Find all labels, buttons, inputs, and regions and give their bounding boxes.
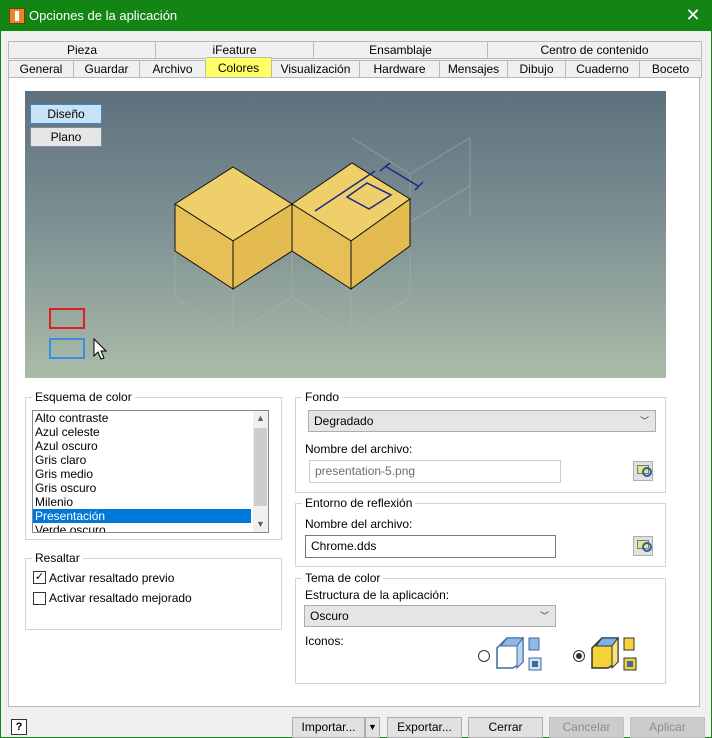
app-structure-select[interactable]: Oscuro ﹀ [304,605,556,627]
icon-theme-radio-1[interactable] [478,650,490,662]
list-item[interactable]: Azul oscuro [33,439,251,453]
tab-boceto[interactable]: Boceto [640,60,702,78]
window-title: Opciones de la aplicación [29,8,178,23]
chevron-down-icon: ﹀ [639,416,649,426]
scroll-down-icon[interactable]: ▼ [253,517,268,532]
tab-guardar[interactable]: Guardar [74,60,140,78]
icon-theme-2-preview-icon [591,636,637,671]
app-structure-value: Oscuro [310,609,349,623]
apply-button[interactable]: Aplicar [630,717,705,738]
tab-visualizacion[interactable]: Visualización [272,60,360,78]
title-bar: Opciones de la aplicación ✕ [0,0,712,31]
list-item-selected[interactable]: Presentación [33,509,251,523]
import-dropdown-chevron-icon[interactable]: ▼ [365,717,380,738]
reflection-filename-label: Nombre del archivo: [305,517,413,531]
close-icon[interactable]: ✕ [682,4,704,26]
list-item[interactable]: Gris medio [33,467,251,481]
tab-row-top: Pieza iFeature Ensamblaje Centro de cont… [8,41,702,59]
tab-general[interactable]: General [8,60,74,78]
list-item[interactable]: Gris claro [33,453,251,467]
background-select[interactable]: Degradado ﹀ [308,410,656,432]
enhanced-highlight-checkbox[interactable] [33,592,46,605]
chevron-down-icon: ﹀ [539,611,549,621]
export-button[interactable]: Exportar... [387,717,462,738]
tab-row-bottom: General Guardar Archivo Colores Visualiz… [8,57,702,78]
reflection-filename-field[interactable]: Chrome.dds [305,535,556,558]
list-item[interactable]: Alto contraste [33,411,251,425]
icons-label: Iconos: [305,634,344,648]
background-filename-label: Nombre del archivo: [305,442,413,456]
tab-archivo[interactable]: Archivo [140,60,206,78]
background-label: Fondo [302,390,343,404]
cancel-button[interactable]: Cancelar [549,717,624,738]
color-scheme-label: Esquema de color [32,390,135,404]
close-button[interactable]: Cerrar [468,717,543,738]
tab-hardware[interactable]: Hardware [360,60,440,78]
list-item[interactable]: Gris oscuro [33,481,251,495]
color-scheme-list[interactable]: Alto contraste Azul celeste Azul oscuro … [32,410,269,533]
model-preview-graphic [49,137,471,360]
icon-theme-radio-2[interactable] [573,650,585,662]
icon-theme-1-preview-icon [496,636,542,671]
browse-reflection-icon[interactable] [633,536,653,556]
highlight-label: Resaltar [32,551,83,565]
preview-highlight-label: Activar resaltado previo [49,571,175,585]
list-item[interactable]: Milenio [33,495,251,509]
scroll-up-icon[interactable]: ▲ [253,411,268,426]
list-item[interactable]: Azul celeste [33,425,251,439]
app-structure-label: Estructura de la aplicación: [305,588,450,602]
scroll-thumb[interactable] [254,428,267,506]
color-theme-label: Tema de color [302,571,384,585]
enhanced-highlight-label: Activar resaltado mejorado [49,591,192,605]
import-button[interactable]: Importar... [292,717,365,738]
background-value: Degradado [314,414,374,428]
app-logo-icon [9,8,25,24]
tab-cuaderno[interactable]: Cuaderno [566,60,640,78]
help-icon[interactable]: ? [11,719,27,735]
preview-highlight-checkbox[interactable]: ✓ [33,571,46,584]
reflection-label: Entorno de reflexión [302,496,416,510]
tab-pieza[interactable]: Pieza [8,41,156,59]
tab-dibujo[interactable]: Dibujo [508,60,566,78]
tab-ensamblaje[interactable]: Ensamblaje [314,41,488,59]
tab-colores[interactable]: Colores [206,57,272,78]
list-item[interactable]: Verde oscuro [33,523,251,532]
color-preview: Diseño Plano [25,91,666,378]
background-filename-field[interactable]: presentation-5.png [309,460,561,483]
browse-background-icon[interactable] [633,461,653,481]
tab-centro-contenido[interactable]: Centro de contenido [488,41,702,59]
list-scrollbar[interactable]: ▲ ▼ [253,411,268,532]
tab-mensajes[interactable]: Mensajes [440,60,508,78]
